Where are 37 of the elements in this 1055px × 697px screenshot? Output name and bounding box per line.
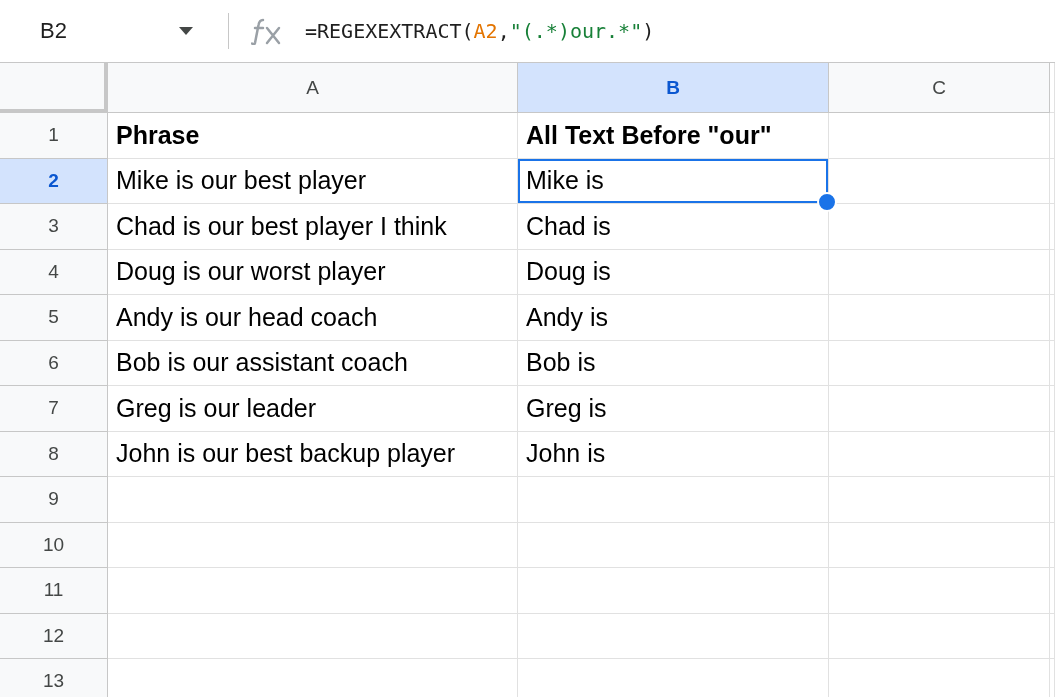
function-icon [251, 17, 283, 45]
table-cell: Greg is our leader [108, 386, 518, 432]
fill-handle[interactable] [817, 192, 837, 212]
table-cell: Bob is our assistant coach [108, 340, 518, 386]
table-cell: Chad is our best player I think [108, 204, 518, 250]
column-header[interactable]: C [829, 63, 1050, 113]
row-header[interactable]: 1 [0, 113, 108, 159]
header-cell: Phrase [108, 113, 518, 159]
row-header[interactable]: 5 [0, 295, 108, 341]
row-header[interactable]: 12 [0, 613, 108, 659]
table-cell: Doug is our worst player [108, 249, 518, 295]
row-header[interactable]: 2 [0, 158, 108, 204]
table-cell: Mike is our best player [108, 158, 518, 204]
table-cell: Andy is [518, 295, 829, 341]
column-header[interactable]: A [108, 63, 518, 113]
name-box[interactable]: B2 [40, 18, 67, 44]
table-cell: Andy is our head coach [108, 295, 518, 341]
table-cell: Greg is [518, 386, 829, 432]
table-cell: John is our best backup player [108, 431, 518, 477]
formula-field[interactable]: =REGEXEXTRACT(A2,"(.*)our.*") [305, 19, 655, 43]
caret-icon[interactable] [178, 26, 194, 36]
row-header[interactable]: 6 [0, 340, 108, 386]
row-header[interactable]: 4 [0, 249, 108, 295]
table-cell: Mike is [518, 158, 829, 204]
column-header[interactable]: B [518, 63, 829, 113]
row-header[interactable]: 11 [0, 568, 108, 614]
row-header[interactable]: 8 [0, 431, 108, 477]
table-cell: Chad is [518, 204, 829, 250]
row-header[interactable]: 9 [0, 477, 108, 523]
row-header[interactable]: 3 [0, 204, 108, 250]
header-cell: All Text Before "our" [518, 113, 829, 159]
table-cell: Bob is [518, 340, 829, 386]
table-cell: John is [518, 431, 829, 477]
row-header[interactable]: 13 [0, 659, 108, 697]
table-cell: Doug is [518, 249, 829, 295]
row-header[interactable]: 7 [0, 386, 108, 432]
row-header[interactable]: 10 [0, 522, 108, 568]
